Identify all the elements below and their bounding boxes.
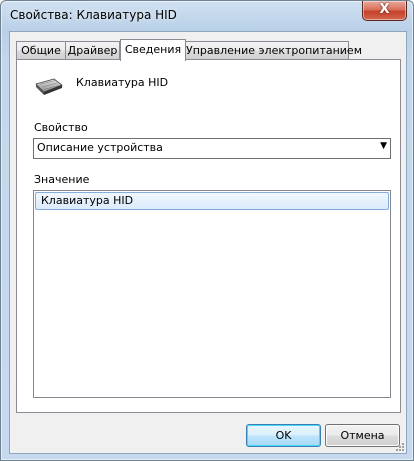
property-select[interactable]: Описание устройства ▼	[33, 138, 391, 159]
close-button[interactable]: X	[362, 1, 407, 21]
keyboard-icon	[35, 78, 63, 95]
tab-general[interactable]: Общие	[16, 41, 66, 59]
tab-power-management[interactable]: Управление электропитанием	[185, 41, 362, 59]
ok-button[interactable]: OK	[246, 424, 321, 447]
title-bar[interactable]: Свойства: Клавиатура HID X	[1, 1, 413, 29]
window-title: Свойства: Клавиатура HID	[10, 8, 177, 22]
list-item-text: Клавиатура HID	[41, 194, 134, 207]
properties-dialog: Свойства: Клавиатура HID X Общие Драйвер…	[0, 0, 414, 461]
details-panel: Клавиатура HID Свойство Описание устройс…	[16, 59, 401, 413]
dialog-body: Общие Драйвер Сведения Управление электр…	[9, 31, 407, 454]
cancel-button[interactable]: Отмена	[325, 424, 400, 447]
property-select-value: Описание устройства	[37, 141, 163, 154]
property-label: Свойство	[34, 121, 88, 134]
value-list[interactable]: Клавиатура HID	[33, 190, 391, 398]
close-icon: X	[379, 2, 390, 17]
tab-details[interactable]: Сведения	[120, 39, 186, 61]
chevron-down-icon[interactable]: ▼	[380, 141, 387, 151]
tab-driver[interactable]: Драйвер	[65, 41, 120, 59]
value-label: Значение	[34, 173, 90, 186]
list-item[interactable]: Клавиатура HID	[35, 192, 389, 210]
device-name: Клавиатура HID	[76, 76, 169, 89]
resize-grip-icon[interactable]	[395, 442, 405, 452]
